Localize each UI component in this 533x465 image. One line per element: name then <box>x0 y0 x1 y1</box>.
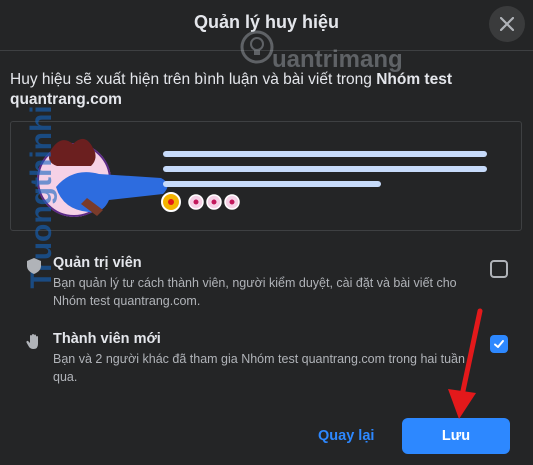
watermark-text: uantrimang <box>272 46 403 73</box>
close-icon <box>500 17 514 31</box>
shield-icon <box>27 258 41 274</box>
badge-description: Bạn và 2 người khác đã tham gia Nhóm tes… <box>53 352 465 384</box>
wave-hand-icon <box>26 334 38 349</box>
save-button-label: Lưu <box>441 428 471 444</box>
annotation-arrow <box>448 308 483 419</box>
badge-title: Thành viên mới <box>53 331 161 347</box>
lightbulb-icon <box>240 30 274 64</box>
back-button[interactable]: Quay lại <box>318 428 374 444</box>
badge-row-admin[interactable]: Quản trị viên Bạn quản lý tư cách thành … <box>24 252 520 310</box>
admin-badge-checkbox[interactable] <box>490 260 508 278</box>
watermark-logo: uantrimang <box>240 30 403 90</box>
close-button[interactable] <box>489 6 525 42</box>
badge-title: Quản trị viên <box>53 255 142 271</box>
preview-illustration <box>37 138 487 217</box>
badge-preview-card <box>10 121 522 231</box>
badge-description: Bạn quản lý tư cách thành viên, người ki… <box>53 276 457 308</box>
